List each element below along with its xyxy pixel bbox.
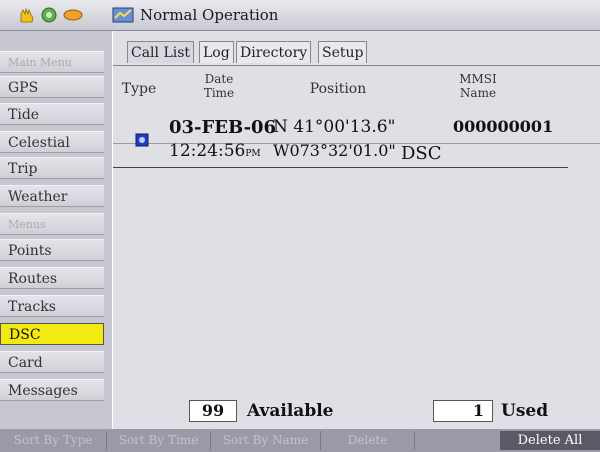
row-time-ampm: PM bbox=[245, 149, 261, 159]
sidebar-item-celestial[interactable]: Celestial bbox=[0, 131, 104, 153]
sidebar-item-main-menu[interactable]: Main Menu bbox=[0, 51, 104, 73]
row-latitude: N 41°00'13.6" bbox=[273, 117, 396, 137]
dsc-panel: Call List Log Directory Setup Type Date … bbox=[113, 31, 600, 429]
sidebar-item-tide[interactable]: Tide bbox=[0, 103, 104, 125]
scrollbar[interactable] bbox=[571, 111, 593, 411]
available-count: 99 bbox=[189, 400, 237, 422]
tab-directory[interactable]: Directory bbox=[236, 41, 312, 63]
sort-by-type-button[interactable]: Sort By Type bbox=[0, 431, 107, 450]
header-date[interactable]: Date bbox=[191, 73, 247, 86]
row-mmsi: 000000001 bbox=[453, 117, 554, 136]
sidebar-item-gps[interactable]: GPS bbox=[0, 76, 104, 98]
table-row[interactable]: 03-FEB-06 12:24:56PM N 41°00'13.6" W073°… bbox=[113, 111, 600, 169]
yellow-hand-icon bbox=[20, 7, 34, 23]
header-name[interactable]: Name bbox=[433, 87, 523, 100]
capacity-footer: 99 Available 1 Used bbox=[113, 396, 600, 424]
sidebar-item-points[interactable]: Points bbox=[0, 239, 104, 261]
row-longitude: W073°32'01.0" bbox=[273, 141, 396, 160]
sidebar-item-tracks[interactable]: Tracks bbox=[0, 295, 104, 317]
softkey-bar: Sort By Type Sort By Time Sort By Name D… bbox=[0, 429, 600, 452]
sidebar-item-dsc[interactable]: DSC bbox=[0, 323, 104, 345]
sidebar-item-weather[interactable]: Weather bbox=[0, 185, 104, 207]
tab-divider bbox=[113, 65, 600, 66]
sort-by-time-button[interactable]: Sort By Time bbox=[107, 431, 211, 450]
delete-all-button[interactable]: Delete All bbox=[500, 431, 600, 450]
row-date: 03-FEB-06 bbox=[169, 117, 277, 138]
used-count: 1 bbox=[433, 400, 493, 422]
sort-by-name-button[interactable]: Sort By Name bbox=[211, 431, 321, 450]
green-gear-icon bbox=[41, 7, 57, 23]
available-label: Available bbox=[247, 401, 334, 421]
tab-bar: Call List Log Directory Setup bbox=[113, 31, 600, 67]
chart-icon bbox=[112, 7, 134, 23]
used-label: Used bbox=[501, 401, 549, 421]
row-time-value: 12:24:56 bbox=[169, 141, 246, 161]
tab-call-list[interactable]: Call List bbox=[127, 41, 195, 63]
row-divider bbox=[113, 167, 568, 168]
header-type[interactable]: Type bbox=[119, 79, 159, 99]
sidebar-item-routes[interactable]: Routes bbox=[0, 267, 104, 289]
row-name: DSC bbox=[401, 143, 442, 164]
tab-setup[interactable]: Setup bbox=[318, 41, 368, 63]
title-bar: Normal Operation bbox=[0, 0, 600, 31]
row-time: 12:24:56PM bbox=[169, 141, 261, 161]
sidebar-item-trip[interactable]: Trip bbox=[0, 157, 104, 179]
sidebar-menu: Main Menu GPS Tide Celestial Trip Weathe… bbox=[0, 31, 112, 429]
window-title: Normal Operation bbox=[140, 6, 279, 24]
header-position[interactable]: Position bbox=[293, 79, 383, 99]
sidebar-item-card[interactable]: Card bbox=[0, 351, 104, 373]
header-time[interactable]: Time bbox=[191, 87, 247, 100]
delete-button[interactable]: Delete bbox=[321, 431, 415, 450]
header-mmsi[interactable]: MMSI bbox=[433, 73, 523, 86]
tab-log[interactable]: Log bbox=[199, 41, 234, 63]
table-header: Type Date Time Position MMSI Name bbox=[113, 67, 600, 144]
sidebar-item-messages[interactable]: Messages bbox=[0, 379, 104, 401]
orange-satellite-icon bbox=[63, 9, 83, 21]
dsc-call-icon bbox=[135, 133, 149, 147]
sidebar-item-menus[interactable]: Menus bbox=[0, 213, 104, 235]
